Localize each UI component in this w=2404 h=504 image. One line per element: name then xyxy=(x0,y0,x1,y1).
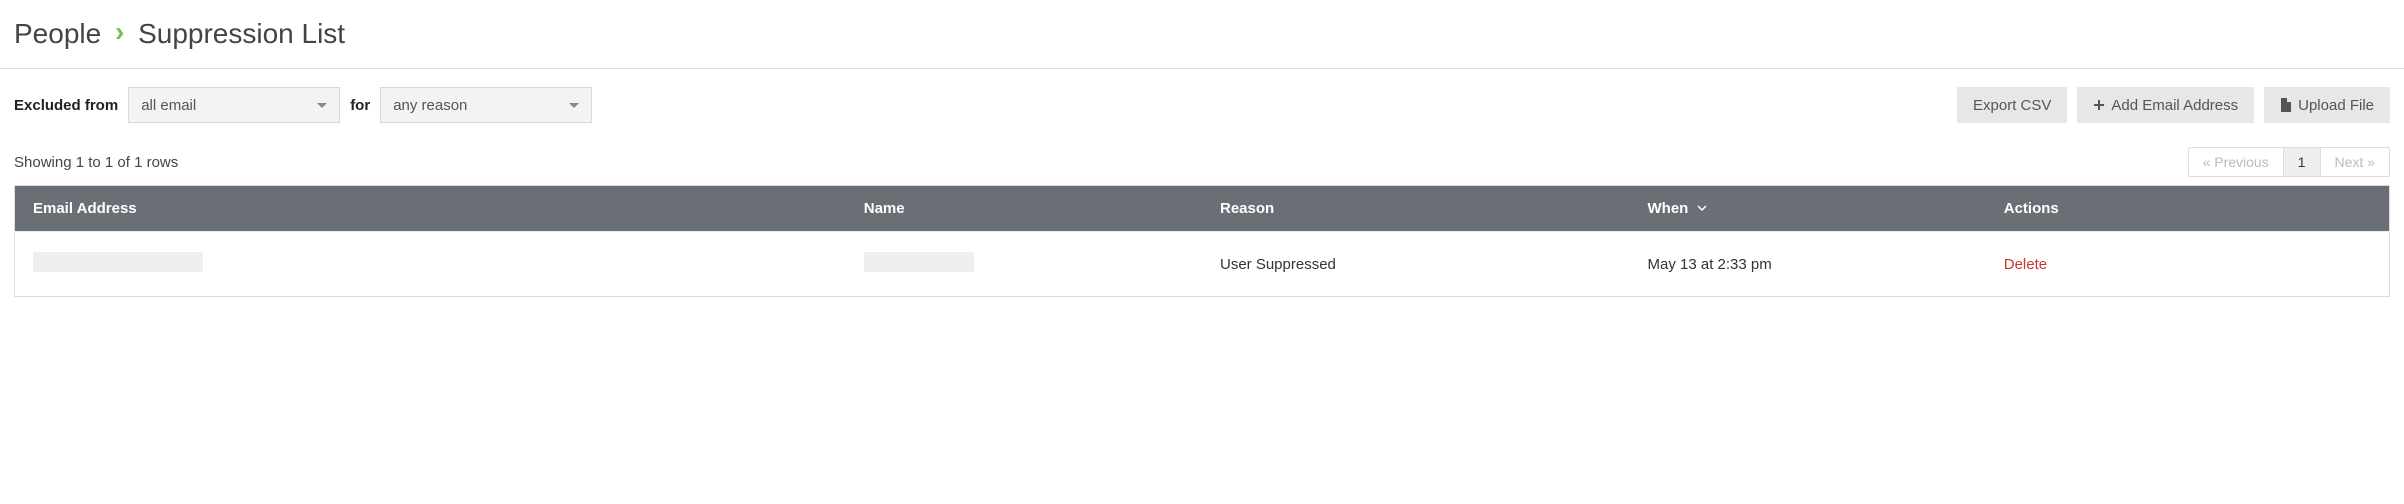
breadcrumb-parent[interactable]: People xyxy=(14,18,101,49)
export-csv-label: Export CSV xyxy=(1973,97,2051,114)
divider xyxy=(0,68,2404,69)
filter-toolbar: Excluded from all email for any reason E… xyxy=(14,87,2390,123)
redacted-email xyxy=(33,252,203,272)
plus-icon xyxy=(2093,99,2105,111)
col-header-when[interactable]: When xyxy=(1630,186,1986,232)
col-header-actions: Actions xyxy=(1986,186,2390,232)
table-header-row: Email Address Name Reason When Actions xyxy=(15,186,2390,232)
pagination-prev[interactable]: « Previous xyxy=(2189,148,2284,176)
reason-select[interactable]: any reason xyxy=(380,87,592,123)
listing-meta: Showing 1 to 1 of 1 rows « Previous 1 Ne… xyxy=(14,147,2390,177)
chevron-right-icon: › xyxy=(115,16,124,48)
breadcrumb: People › Suppression List xyxy=(14,10,2390,68)
caret-down-icon xyxy=(569,103,579,108)
cell-email xyxy=(15,232,846,297)
cell-name xyxy=(846,232,1202,297)
redacted-name xyxy=(864,252,974,272)
excluded-from-select[interactable]: all email xyxy=(128,87,340,123)
for-label: for xyxy=(350,97,370,114)
pagination-next[interactable]: Next » xyxy=(2321,148,2389,176)
cell-actions: Delete xyxy=(1986,232,2390,297)
col-header-reason[interactable]: Reason xyxy=(1202,186,1630,232)
cell-when: May 13 at 2:33 pm xyxy=(1630,232,1986,297)
suppression-table: Email Address Name Reason When Actions xyxy=(14,185,2390,297)
pagination: « Previous 1 Next » xyxy=(2188,147,2390,177)
caret-down-icon xyxy=(317,103,327,108)
upload-file-label: Upload File xyxy=(2298,97,2374,114)
export-csv-button[interactable]: Export CSV xyxy=(1957,87,2067,123)
cell-reason: User Suppressed xyxy=(1202,232,1630,297)
upload-file-button[interactable]: Upload File xyxy=(2264,87,2390,123)
sort-desc-icon xyxy=(1697,200,1707,217)
col-header-email[interactable]: Email Address xyxy=(15,186,846,232)
add-email-button[interactable]: Add Email Address xyxy=(2077,87,2254,123)
col-header-when-label: When xyxy=(1648,200,1689,217)
excluded-from-label: Excluded from xyxy=(14,97,118,114)
showing-text: Showing 1 to 1 of 1 rows xyxy=(14,154,178,171)
file-icon xyxy=(2280,98,2292,112)
col-header-name[interactable]: Name xyxy=(846,186,1202,232)
add-email-label: Add Email Address xyxy=(2111,97,2238,114)
pagination-page-1[interactable]: 1 xyxy=(2284,148,2321,176)
breadcrumb-current: Suppression List xyxy=(138,18,345,49)
page: People › Suppression List Excluded from … xyxy=(0,0,2404,317)
reason-value: any reason xyxy=(393,97,467,114)
table-row: User Suppressed May 13 at 2:33 pm Delete xyxy=(15,232,2390,297)
delete-link[interactable]: Delete xyxy=(2004,256,2047,273)
excluded-from-value: all email xyxy=(141,97,196,114)
